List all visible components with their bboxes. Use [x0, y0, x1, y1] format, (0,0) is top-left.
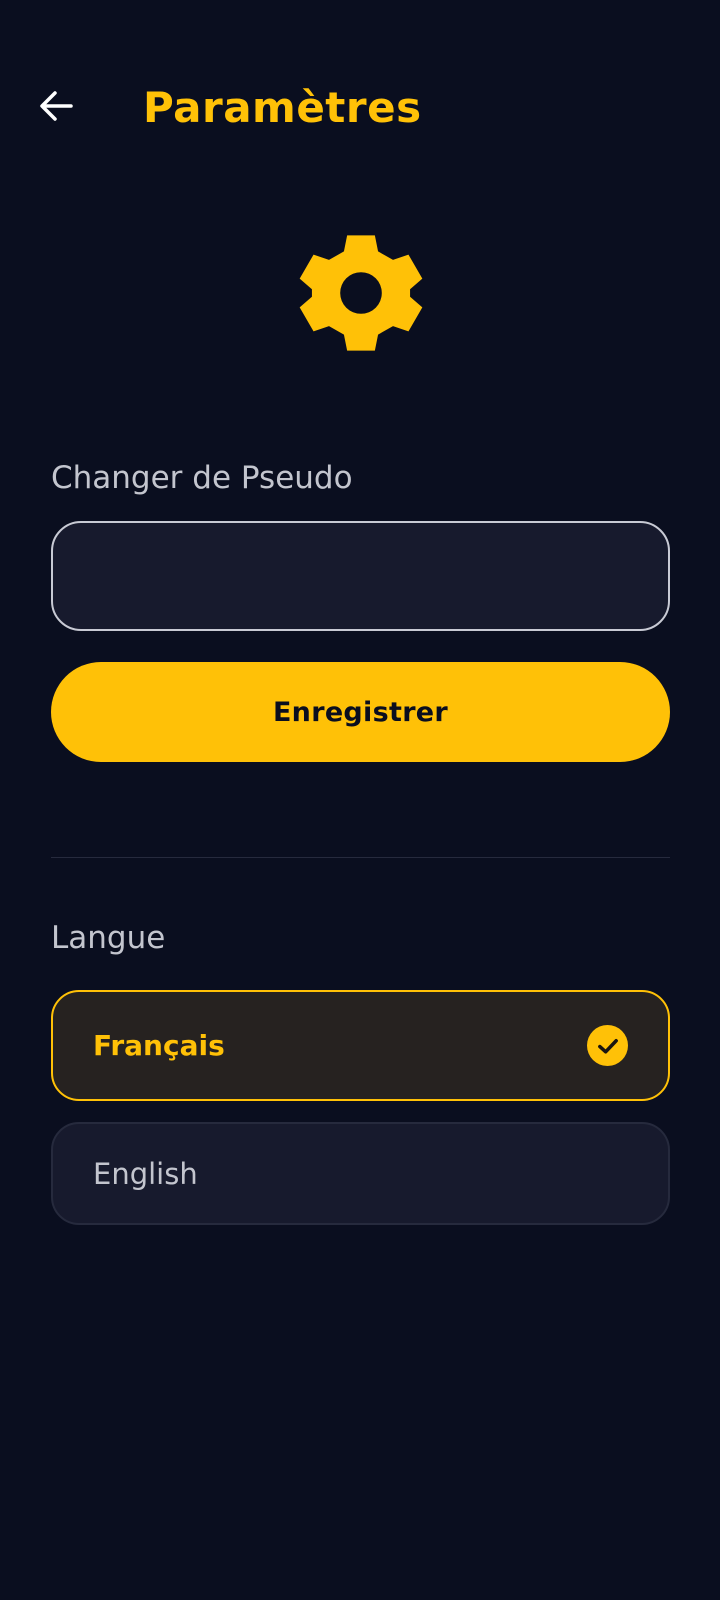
pseudo-input[interactable]	[51, 521, 670, 631]
save-button[interactable]: Enregistrer	[51, 662, 670, 762]
language-option-label: Français	[93, 1029, 225, 1062]
language-option-francais[interactable]: Français	[51, 990, 670, 1101]
language-label: Langue	[51, 920, 166, 956]
language-option-english[interactable]: English	[51, 1122, 670, 1225]
check-circle-icon	[587, 1025, 628, 1066]
divider	[51, 857, 670, 858]
page-title: Paramètres	[143, 83, 422, 132]
back-button[interactable]	[36, 86, 76, 126]
language-option-label: English	[93, 1156, 198, 1191]
gear-icon	[299, 235, 423, 351]
pseudo-label: Changer de Pseudo	[51, 460, 353, 496]
settings-screen: Paramètres Changer de Pseudo Enregistrer…	[0, 0, 720, 1600]
arrow-left-icon	[40, 91, 73, 121]
